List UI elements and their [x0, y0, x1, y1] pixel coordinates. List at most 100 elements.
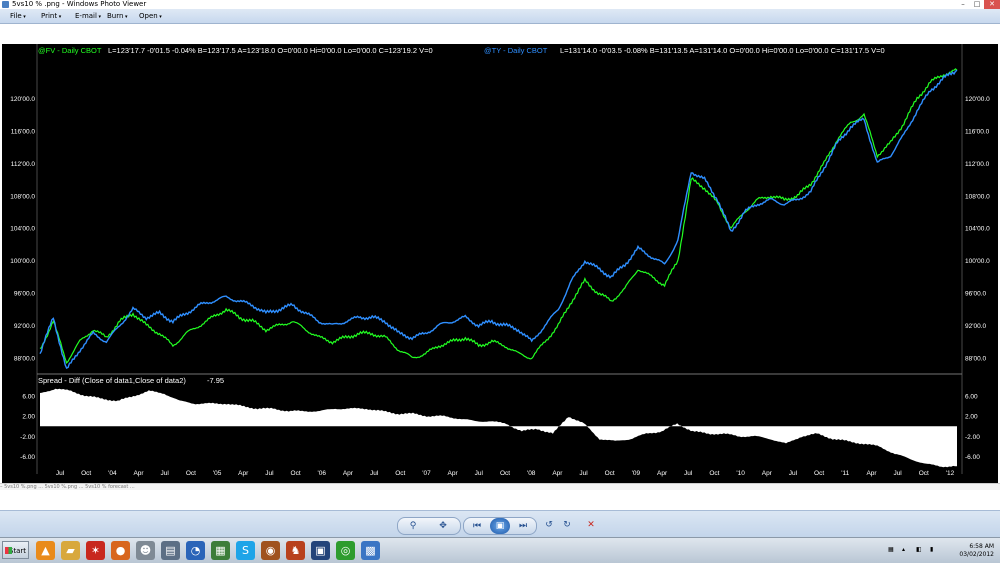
menu-file[interactable]: File [10, 12, 26, 20]
alien-icon[interactable]: ☻ [136, 541, 155, 560]
network-icon[interactable]: ◔ [186, 541, 205, 560]
xtick-4: Jul [161, 470, 170, 477]
xtick-15: Apr [448, 470, 459, 477]
xtick-6: '05 [213, 470, 222, 477]
slideshow-button[interactable]: ▣ [490, 518, 510, 534]
ty-price-line [39, 69, 958, 370]
skype-icon[interactable]: S [236, 541, 255, 560]
price-ytick-right-2: 112'00.0 [965, 161, 990, 168]
minimize-button[interactable]: – [956, 0, 970, 9]
xtick-17: Oct [500, 470, 510, 477]
close-button[interactable]: ✕ [984, 0, 1000, 9]
xtick-11: Apr [343, 470, 354, 477]
menu-print[interactable]: Print [41, 12, 61, 20]
xtick-16: Jul [475, 470, 484, 477]
xtick-9: Oct [291, 470, 301, 477]
previous-icon[interactable]: ⏮ [468, 518, 486, 534]
xtick-21: Oct [605, 470, 615, 477]
price-ytick-right-3: 108'00.0 [965, 193, 990, 200]
xtick-30: '11 [841, 470, 849, 477]
tray-network-icon[interactable]: ▦ [888, 546, 894, 553]
star-app-icon[interactable]: ✶ [86, 541, 105, 560]
windows-flag-icon [5, 547, 12, 554]
xtick-5: Oct [186, 470, 196, 477]
xtick-27: Apr [762, 470, 773, 477]
menu-open[interactable]: Open [139, 12, 162, 20]
fv-series-label: @FV - Daily CBOT [38, 46, 102, 55]
xtick-34: '12 [946, 470, 955, 477]
xtick-7: Apr [238, 470, 249, 477]
spread-ytick-right-1: 2.00 [965, 414, 978, 421]
start-button[interactable]: Start [2, 541, 29, 559]
system-tray: ▦ ▴ ◧ ▮ 6:58 AM 03/02/2012 [880, 538, 1000, 563]
price-ytick-left-7: 92'00.0 [14, 323, 36, 330]
tray-battery-icon[interactable]: ▮ [930, 546, 933, 553]
viewer-toolbar: ⚲ ✥ ⏮ ▣ ⏭ ↺ ↻ ✕ [0, 510, 1000, 538]
price-ytick-left-5: 100'00.0 [10, 258, 35, 265]
xtick-13: Oct [395, 470, 405, 477]
price-ytick-left-3: 108'00.0 [10, 193, 35, 200]
folder-icon[interactable]: ▰ [61, 541, 80, 560]
menu-email[interactable]: E-mail [75, 12, 101, 20]
spread-ytick-right-3: -6.00 [965, 454, 980, 461]
ty-quote-text: L=131'14.0 -0'03.5 -0.08% B=131'13.5 A=1… [560, 46, 885, 55]
xtick-23: Apr [657, 470, 668, 477]
xtick-10: '06 [318, 470, 327, 477]
xtick-29: Oct [814, 470, 824, 477]
xtick-33: Oct [919, 470, 929, 477]
xtick-3: Apr [133, 470, 144, 477]
chart-svg: @FV - Daily CBOT L=123'17.7 -0'01.5 -0.0… [10, 44, 990, 477]
price-ytick-left-1: 116'00.0 [11, 128, 36, 135]
xtick-26: '10 [736, 470, 745, 477]
spread-histogram [40, 388, 957, 468]
clock[interactable]: 6:58 AM 03/02/2012 [959, 543, 994, 559]
firefox-icon[interactable]: ● [111, 541, 130, 560]
price-ytick-right-4: 104'00.0 [965, 226, 990, 233]
zoom-group: ⚲ ✥ [397, 517, 461, 535]
fv-quote-text: L=123'17.7 -0'01.5 -0.04% B=123'17.5 A=1… [108, 46, 433, 55]
xtick-22: '09 [632, 470, 641, 477]
xtick-28: Jul [789, 470, 798, 477]
xtick-12: Jul [370, 470, 379, 477]
xtick-1: Oct [81, 470, 91, 477]
xtick-24: Jul [684, 470, 693, 477]
xtick-0: Jul [56, 470, 65, 477]
photo-app-icon[interactable]: ▣ [311, 541, 330, 560]
price-ytick-left-6: 96'00.0 [14, 291, 36, 298]
fit-window-icon[interactable]: ✥ [434, 518, 452, 534]
menu-burn[interactable]: Burn [107, 12, 128, 20]
spread-last-value: -7.95 [207, 376, 224, 385]
delete-icon[interactable]: ✕ [582, 517, 600, 533]
rotate-counterclockwise-icon[interactable]: ↺ [540, 517, 558, 533]
green-app-icon[interactable]: ◎ [336, 541, 355, 560]
rotate-clockwise-icon[interactable]: ↻ [558, 517, 576, 533]
ty-series-label: @TY - Daily CBOT [484, 46, 548, 55]
fox-icon[interactable]: ♞ [286, 541, 305, 560]
price-ytick-right-6: 96'00.0 [965, 291, 987, 298]
vlc-icon[interactable]: ▲ [36, 541, 55, 560]
xtick-8: Jul [265, 470, 274, 477]
xtick-31: Apr [866, 470, 877, 477]
spread-ytick-left-3: -6.00 [20, 454, 35, 461]
zoom-icon[interactable]: ⚲ [404, 518, 422, 534]
xtick-18: '08 [527, 470, 536, 477]
calculator-icon[interactable]: ▦ [211, 541, 230, 560]
status-text: – 5vs10 %.png ... 5vs10 %.png ... 5vs10 … [0, 484, 135, 490]
tray-update-icon[interactable]: ▴ [902, 546, 905, 553]
maximize-button[interactable]: □ [970, 0, 984, 9]
xtick-32: Jul [893, 470, 902, 477]
menu-bar: File Print E-mail Burn Open [0, 9, 1000, 24]
monitor-icon[interactable]: ▤ [161, 541, 180, 560]
next-icon[interactable]: ⏭ [514, 518, 532, 534]
price-ytick-right-0: 120'00.0 [965, 96, 990, 103]
tray-volume-icon[interactable]: ◧ [916, 546, 922, 553]
media-icon[interactable]: ◉ [261, 541, 280, 560]
photo-viewer-icon[interactable]: ▩ [361, 541, 380, 560]
spread-ytick-left-1: 2.00 [22, 414, 35, 421]
price-ytick-right-5: 100'00.0 [965, 258, 990, 265]
photo-viewer-app-icon [2, 1, 9, 8]
price-ytick-right-8: 88'00.0 [965, 355, 987, 362]
spread-ytick-left-0: 6.00 [22, 394, 35, 401]
xtick-20: Jul [579, 470, 588, 477]
xtick-2: '04 [108, 470, 117, 477]
